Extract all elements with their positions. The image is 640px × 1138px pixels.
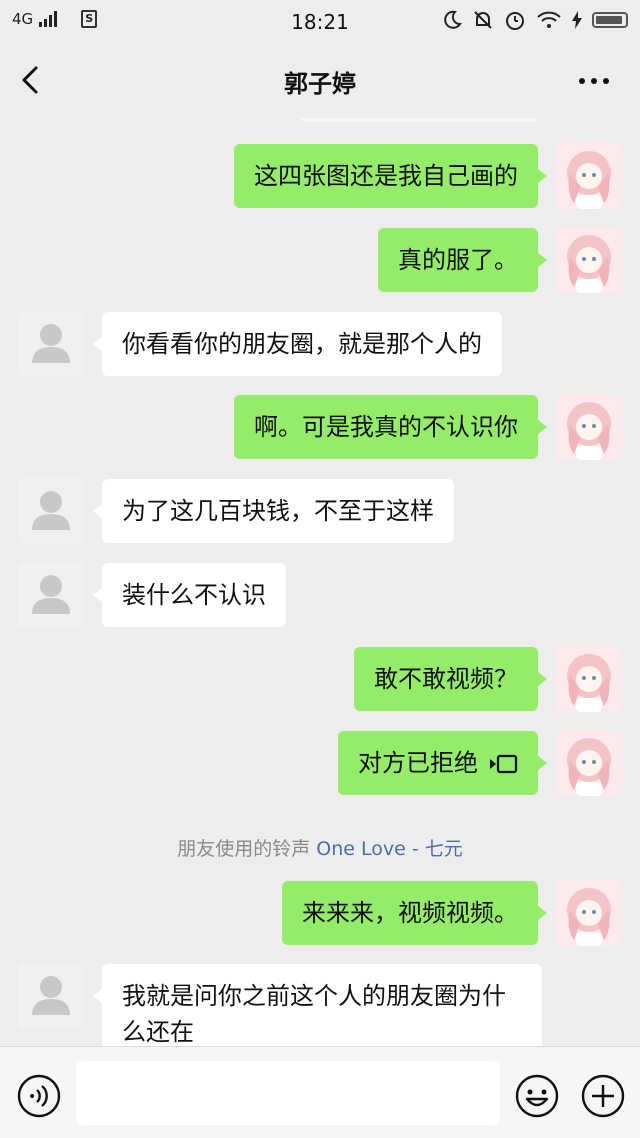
sent-bubble[interactable]: 真的服了。 (378, 228, 547, 292)
received-bubble[interactable]: 装什么不认识 (93, 563, 286, 627)
status-bar: 4G S 18:21 (0, 0, 640, 44)
video-call-icon (490, 754, 518, 774)
mute-bell-icon (474, 11, 492, 29)
wifi-icon (537, 11, 561, 28)
sent-bubble[interactable]: 这四张图还是我自己画的 (234, 144, 547, 208)
input-bar (0, 1046, 640, 1138)
self-avatar[interactable] (556, 880, 622, 946)
status-right (442, 9, 628, 31)
received-bubble[interactable]: 你看看你的朋友圈，就是那个人的 (93, 312, 502, 376)
moon-icon (444, 10, 462, 29)
contact-avatar[interactable] (18, 963, 84, 1029)
voice-button[interactable] (16, 1073, 62, 1119)
contact-avatar[interactable] (18, 311, 84, 377)
charging-icon (572, 11, 582, 29)
self-avatar[interactable] (556, 143, 622, 209)
partial-image-message[interactable] (300, 118, 538, 122)
plus-button[interactable] (580, 1073, 626, 1119)
ringtone-notice: 朋友使用的铃声 One Love - 七元 (0, 834, 640, 861)
emoji-button[interactable] (514, 1073, 560, 1119)
received-bubble[interactable]: 我就是问你之前这个人的朋友圈为什么还在 (93, 964, 542, 1046)
received-bubble[interactable]: 为了这几百块钱，不至于这样 (93, 479, 454, 543)
contact-avatar[interactable] (18, 478, 84, 544)
message-list[interactable]: 这四张图还是我自己画的 真的服了。 你看看你的朋友圈，就是那个人的 啊。可是我真… (0, 118, 640, 1046)
chat-title: 郭子婷 (284, 70, 356, 98)
call-status-text: 对方已拒绝 (358, 749, 478, 777)
self-avatar[interactable] (556, 227, 622, 293)
sent-bubble[interactable]: 来来来，视频视频。 (282, 881, 547, 945)
chat-header: 郭子婷 (0, 44, 640, 118)
sent-bubble[interactable]: 敢不敢视频？ (354, 647, 547, 711)
video-call-bubble[interactable]: 对方已拒绝 (338, 731, 547, 795)
self-avatar[interactable] (556, 730, 622, 796)
contact-avatar[interactable] (18, 562, 84, 628)
ringtone-song-link[interactable]: One Love - 七元 (316, 838, 462, 860)
alarm-icon (506, 12, 524, 30)
self-avatar[interactable] (556, 646, 622, 712)
more-button[interactable] (574, 66, 614, 96)
self-avatar[interactable] (556, 394, 622, 460)
message-input[interactable] (76, 1061, 500, 1125)
battery-icon (592, 12, 628, 28)
ringtone-prefix: 朋友使用的铃声 (177, 838, 311, 860)
sent-bubble[interactable]: 啊。可是我真的不认识你 (234, 395, 547, 459)
